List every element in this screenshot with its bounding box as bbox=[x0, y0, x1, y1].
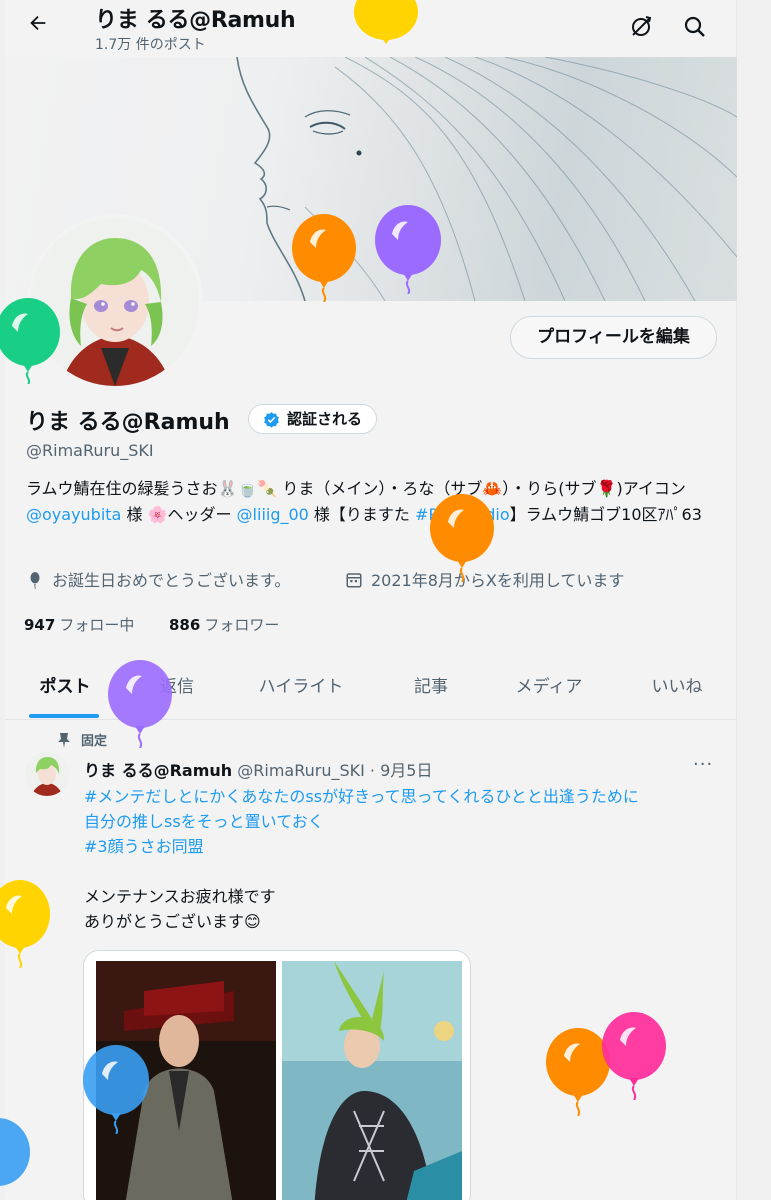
edit-profile-button[interactable]: プロフィールを編集 bbox=[510, 316, 717, 359]
calendar-icon bbox=[346, 573, 362, 588]
bio-mention-oyayubita[interactable]: @oyayubita bbox=[26, 505, 121, 524]
more-options-icon[interactable]: ··· bbox=[693, 754, 713, 775]
post-hashtag-2[interactable]: #3顔うさお同盟 bbox=[84, 834, 724, 859]
followers-count: 886 bbox=[169, 616, 201, 634]
bio-text-4: 】ラムウ鯖ゴブ10区ｱﾊﾟ63 bbox=[509, 504, 702, 524]
balloon-yellow-left bbox=[0, 880, 50, 968]
active-tab-indicator bbox=[29, 714, 99, 718]
search-icon[interactable] bbox=[679, 11, 711, 43]
post-hashtag-1[interactable]: #メンテだしとにかくあなたのssが好きって思ってくれるひとと出逢うために bbox=[84, 784, 724, 809]
location-text: お誕生日おめでとうございます。 bbox=[52, 571, 291, 590]
location-item: お誕生日おめでとうございます。 bbox=[26, 569, 290, 593]
verify-label: 認証される bbox=[287, 410, 363, 428]
post-line-4: メンテナンスお疲れ様です bbox=[84, 887, 276, 906]
balloon-icon bbox=[30, 572, 40, 590]
following-label: フォロー中 bbox=[59, 616, 135, 634]
pin-icon bbox=[58, 733, 70, 748]
bio-mention-liiig[interactable]: @liiig_00 bbox=[237, 505, 309, 524]
followers-label: フォロワー bbox=[204, 616, 280, 634]
post-hashtag-1-cont[interactable]: 自分の推しssをそっと置いておく bbox=[84, 809, 724, 834]
post-author-name: りま るる@Ramuh bbox=[84, 761, 233, 780]
post-count: 1.7万 件のポスト bbox=[95, 37, 206, 53]
header-display-name: りま るる@Ramuh bbox=[95, 8, 296, 33]
tab-likes[interactable]: いいね bbox=[637, 660, 717, 718]
post-author-avatar[interactable] bbox=[25, 752, 69, 796]
bio-text-1: ラムウ鯖在住の緑髪うさお🐰🍵🍡 りま（メイン）・ろな（サブ🦀）・りら(サブ🌹)ア… bbox=[26, 479, 686, 498]
refresh-off-icon[interactable] bbox=[625, 11, 657, 43]
tab-media[interactable]: メディア bbox=[499, 660, 599, 718]
balloon-orange-banner bbox=[292, 214, 356, 302]
profile-handle: @RimaRuru_SKI bbox=[26, 441, 154, 460]
tab-highlights[interactable]: ハイライト bbox=[241, 660, 361, 718]
balloon-yellow-top bbox=[354, 0, 418, 44]
profile-display-name: りま るる@Ramuh bbox=[26, 410, 230, 435]
following-count: 947 bbox=[24, 616, 56, 634]
tab-articles[interactable]: 記事 bbox=[391, 660, 471, 718]
post-text: #メンテだしとにかくあなたのssが好きって思ってくれるひとと出逢うために 自分の… bbox=[84, 784, 724, 934]
profile-bio: ラムウ鯖在住の緑髪うさお🐰🍵🍡 りま（メイン）・ろな（サブ🦀）・りら(サブ🌹)ア… bbox=[26, 476, 726, 527]
pinned-label: 固定 bbox=[57, 730, 107, 749]
post-author-meta: @RimaRuru_SKI · 9月5日 bbox=[237, 761, 433, 780]
balloon-purple-banner bbox=[375, 205, 441, 294]
bio-text-3: 様【りますた bbox=[308, 504, 416, 524]
verified-badge-icon bbox=[264, 412, 279, 428]
pinned-text: 固定 bbox=[81, 734, 108, 749]
get-verified-button[interactable]: 認証される bbox=[248, 404, 378, 434]
post-line-5: ありがとうございます😊 bbox=[84, 912, 261, 931]
followers-link[interactable]: 886 フォロワー bbox=[169, 614, 279, 635]
tab-posts[interactable]: ポスト bbox=[25, 660, 105, 718]
balloon-orange-bio bbox=[430, 494, 494, 582]
bio-text-2: 様 🌸ヘッダー bbox=[121, 504, 237, 524]
balloon-purple-tabs bbox=[108, 660, 172, 748]
arrow-left-icon[interactable] bbox=[23, 12, 53, 42]
balloon-blue-corner bbox=[0, 1118, 30, 1186]
post-author[interactable]: りま るる@Ramuh @RimaRuru_SKI · 9月5日 bbox=[84, 757, 432, 781]
balloon-pink-right bbox=[602, 1012, 666, 1100]
following-link[interactable]: 947 フォロー中 bbox=[24, 614, 134, 635]
post-blank-line bbox=[84, 859, 724, 884]
balloon-green-avatar bbox=[0, 298, 60, 384]
balloon-blue-media bbox=[83, 1045, 149, 1134]
